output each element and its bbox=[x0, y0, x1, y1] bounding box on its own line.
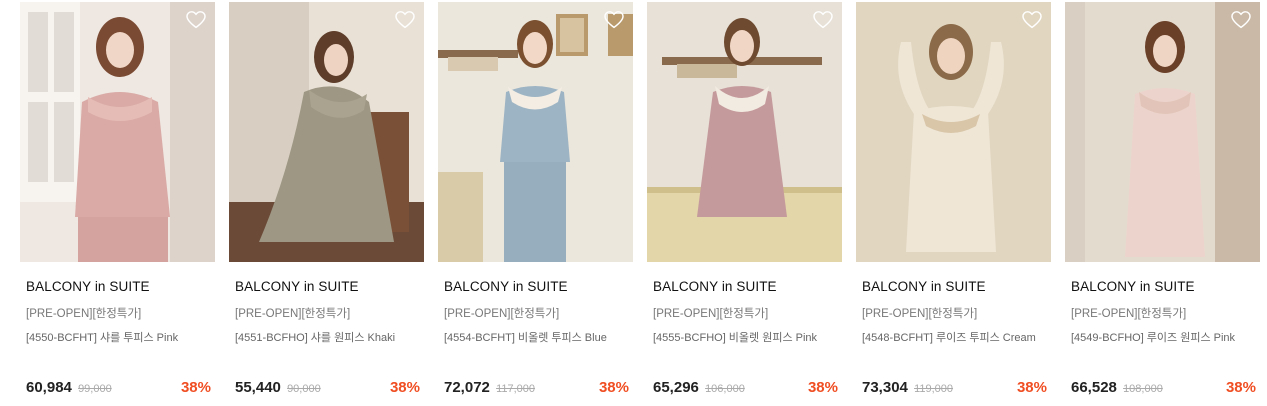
product-card[interactable]: BALCONY in SUITE [PRE-OPEN][한정특가] [4549-… bbox=[1065, 2, 1260, 406]
heart-icon[interactable] bbox=[604, 11, 624, 29]
discount-rate: 38% bbox=[807, 379, 838, 396]
product-card[interactable]: BALCONY in SUITE [PRE-OPEN][한정특가] [4551-… bbox=[229, 2, 424, 406]
heart-icon[interactable] bbox=[813, 11, 833, 29]
original-price: 108,000 bbox=[1123, 383, 1163, 395]
sale-price: 73,304 119,000 bbox=[862, 379, 953, 396]
heart-icon[interactable] bbox=[1022, 11, 1042, 29]
product-image[interactable] bbox=[647, 2, 842, 262]
promo-tag: [PRE-OPEN][한정특가] bbox=[1071, 308, 1187, 320]
brand-name[interactable]: BALCONY in SUITE bbox=[1071, 279, 1195, 294]
sale-price-value: 60,984 bbox=[26, 379, 72, 396]
product-grid: BALCONY in SUITE [PRE-OPEN][한정특가] [4550-… bbox=[20, 2, 1260, 406]
product-card[interactable]: BALCONY in SUITE [PRE-OPEN][한정특가] [4550-… bbox=[20, 2, 215, 406]
discount-rate: 38% bbox=[389, 379, 420, 396]
promo-tag: [PRE-OPEN][한정특가] bbox=[444, 308, 560, 320]
promo-tag: [PRE-OPEN][한정특가] bbox=[26, 308, 142, 320]
sale-price: 65,296 106,000 bbox=[653, 379, 745, 396]
original-price: 117,000 bbox=[496, 383, 536, 395]
product-image[interactable] bbox=[20, 2, 215, 262]
product-photo bbox=[438, 2, 633, 262]
product-card[interactable]: BALCONY in SUITE [PRE-OPEN][한정특가] [4548-… bbox=[856, 2, 1051, 406]
product-name[interactable]: [4548-BCFHT] 루이즈 투피스 Cream bbox=[862, 329, 1036, 345]
sale-price: 60,984 99,000 bbox=[26, 379, 112, 396]
sale-price-value: 72,072 bbox=[444, 379, 490, 396]
sale-price-value: 65,296 bbox=[653, 379, 699, 396]
product-photo bbox=[1065, 2, 1260, 262]
product-card[interactable]: BALCONY in SUITE [PRE-OPEN][한정특가] [4555-… bbox=[647, 2, 842, 406]
promo-tag: [PRE-OPEN][한정특가] bbox=[862, 308, 978, 320]
promo-tag: [PRE-OPEN][한정특가] bbox=[235, 308, 351, 320]
sale-price: 66,528 108,000 bbox=[1071, 379, 1163, 396]
sale-price-value: 55,440 bbox=[235, 379, 281, 396]
original-price: 99,000 bbox=[78, 383, 112, 395]
discount-rate: 38% bbox=[1225, 379, 1256, 396]
discount-rate: 38% bbox=[598, 379, 629, 396]
sale-price-value: 66,528 bbox=[1071, 379, 1117, 396]
discount-rate: 38% bbox=[1016, 379, 1047, 396]
brand-name[interactable]: BALCONY in SUITE bbox=[26, 279, 150, 294]
product-photo bbox=[856, 2, 1051, 262]
product-image[interactable] bbox=[856, 2, 1051, 262]
brand-name[interactable]: BALCONY in SUITE bbox=[235, 279, 359, 294]
original-price: 119,000 bbox=[914, 383, 954, 395]
product-name[interactable]: [4549-BCFHO] 루이즈 원피스 Pink bbox=[1071, 329, 1235, 345]
original-price: 90,000 bbox=[287, 383, 321, 395]
product-image[interactable] bbox=[229, 2, 424, 262]
product-name[interactable]: [4554-BCFHT] 비올렛 투피스 Blue bbox=[444, 329, 607, 345]
original-price: 106,000 bbox=[705, 383, 745, 395]
product-photo bbox=[20, 2, 215, 262]
discount-rate: 38% bbox=[180, 379, 211, 396]
sale-price: 55,440 90,000 bbox=[235, 379, 321, 396]
brand-name[interactable]: BALCONY in SUITE bbox=[653, 279, 777, 294]
heart-icon[interactable] bbox=[1231, 11, 1251, 29]
promo-tag: [PRE-OPEN][한정특가] bbox=[653, 308, 769, 320]
brand-name[interactable]: BALCONY in SUITE bbox=[862, 279, 986, 294]
product-name[interactable]: [4551-BCFHO] 샤를 원피스 Khaki bbox=[235, 329, 395, 345]
product-name[interactable]: [4555-BCFHO] 비올렛 원피스 Pink bbox=[653, 329, 817, 345]
product-name[interactable]: [4550-BCFHT] 샤를 투피스 Pink bbox=[26, 329, 178, 345]
product-image[interactable] bbox=[438, 2, 633, 262]
heart-icon[interactable] bbox=[395, 11, 415, 29]
sale-price: 72,072 117,000 bbox=[444, 379, 535, 396]
sale-price-value: 73,304 bbox=[862, 379, 908, 396]
brand-name[interactable]: BALCONY in SUITE bbox=[444, 279, 568, 294]
product-image[interactable] bbox=[1065, 2, 1260, 262]
product-photo bbox=[647, 2, 842, 262]
product-photo bbox=[229, 2, 424, 262]
product-card[interactable]: BALCONY in SUITE [PRE-OPEN][한정특가] [4554-… bbox=[438, 2, 633, 406]
heart-icon[interactable] bbox=[186, 11, 206, 29]
